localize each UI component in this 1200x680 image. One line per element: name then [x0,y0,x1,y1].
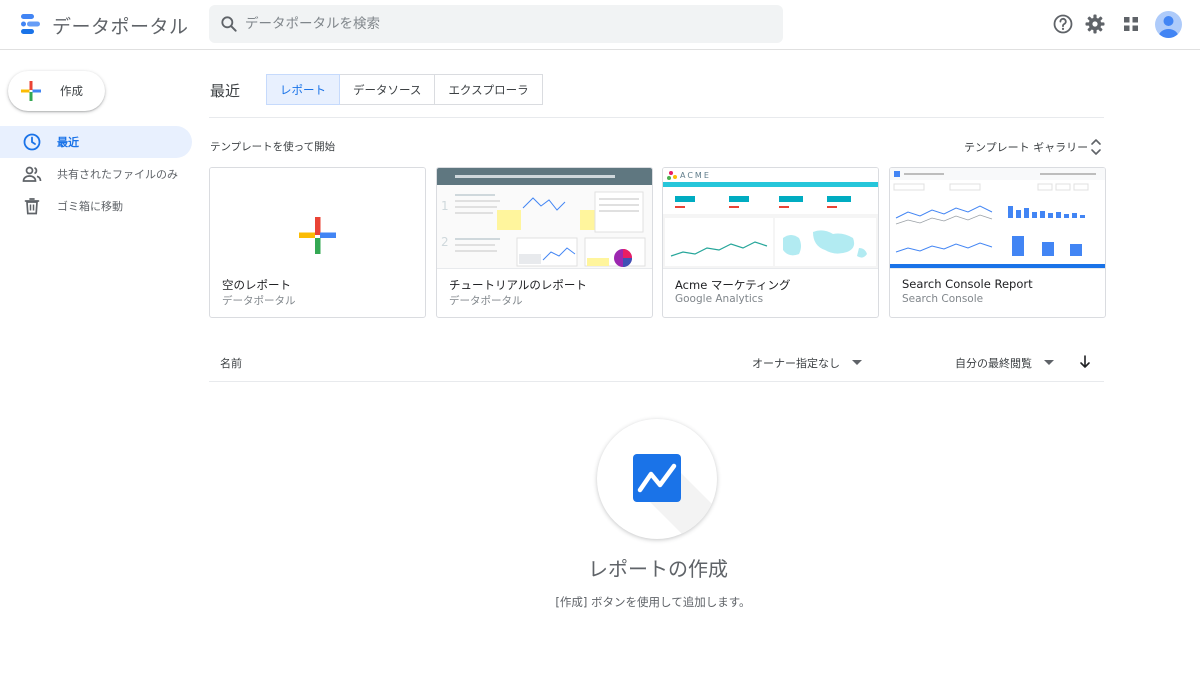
account-avatar[interactable] [1155,11,1182,38]
template-card-search-console[interactable]: Search Console Report Search Console [889,167,1106,318]
template-title: Acme マーケティング [675,278,791,292]
template-subtitle: データポータル [449,295,523,307]
empty-state-subtitle: [作成] ボタンを使用して追加します。 [555,595,751,609]
divider [209,381,1104,382]
templates-heading: テンプレートを使って開始 [210,141,336,153]
data-studio-logo-icon[interactable] [18,12,42,36]
sidebar-item-label: 共有されたファイルのみ [57,168,178,181]
empty-state-title: レポートの作成 [588,557,728,581]
plus-icon [21,81,41,101]
template-title: チュートリアルのレポート [449,278,587,292]
template-thumbnail: 1 2 [437,168,652,268]
template-card-tutorial[interactable]: 1 2 チュートリアルのレポート データポータル [436,167,653,318]
template-card-acme[interactable]: ACME Acme マーケティング Google Analytics [662,167,879,318]
clock-icon [23,133,41,151]
caret-down-icon[interactable] [852,360,862,366]
people-icon [22,166,42,182]
plus-icon [299,217,336,254]
template-title: Search Console Report [902,277,1033,291]
template-thumbnail [890,168,1105,268]
template-title: 空のレポート [222,278,291,292]
create-button[interactable]: 作成 [8,71,105,111]
tab-bar: レポート データソース エクスプローラ [266,74,543,105]
divider [663,268,878,269]
template-thumbnail [210,168,425,268]
user-icon [1158,16,1179,38]
settings-icon[interactable] [1083,12,1107,36]
search-input[interactable] [245,5,765,43]
template-thumbnail: ACME [663,168,878,268]
divider [209,117,1104,118]
app-title[interactable]: データポータル [52,12,189,39]
unfold-icon[interactable] [1089,137,1103,157]
template-gallery-button[interactable]: テンプレート ギャラリー [964,139,1088,155]
tab-reports[interactable]: レポート [266,74,340,105]
caret-down-icon[interactable] [1044,360,1054,366]
template-subtitle: Search Console [902,293,984,305]
sidebar-item-shared[interactable]: 共有されたファイルのみ [0,158,192,190]
sidebar-item-trash[interactable]: ゴミ箱に移動 [0,190,192,222]
sidebar-item-label: 最近 [57,136,79,149]
sort-dropdown[interactable]: 自分の最終閲覧 [955,355,1032,371]
app-header: データポータル [0,0,1200,50]
svg-text:ACME: ACME [680,171,711,180]
svg-text:1: 1 [441,199,449,213]
empty-state-illustration [597,419,717,539]
apps-icon[interactable] [1119,12,1143,36]
tab-explorer[interactable]: エクスプローラ [434,74,543,105]
report-chart-icon [633,454,717,539]
arrow-down-icon[interactable] [1079,355,1091,369]
svg-text:2: 2 [441,235,449,249]
template-card-blank[interactable]: 空のレポート データポータル [209,167,426,318]
column-header-name: 名前 [220,357,242,370]
help-icon[interactable] [1051,12,1075,36]
owner-filter-dropdown[interactable]: オーナー指定なし [752,355,840,371]
search-icon[interactable] [219,14,239,34]
tab-data-sources[interactable]: データソース [339,74,436,105]
page-title: 最近 [210,82,241,100]
sidebar-item-recent[interactable]: 最近 [0,126,192,158]
divider [890,268,1105,269]
trash-icon [24,198,40,215]
divider [437,268,652,269]
sidebar-item-label: ゴミ箱に移動 [57,200,123,213]
template-subtitle: Google Analytics [675,293,764,305]
create-button-label: 作成 [60,84,83,98]
search-bar[interactable] [209,5,783,43]
template-subtitle: データポータル [222,295,296,307]
